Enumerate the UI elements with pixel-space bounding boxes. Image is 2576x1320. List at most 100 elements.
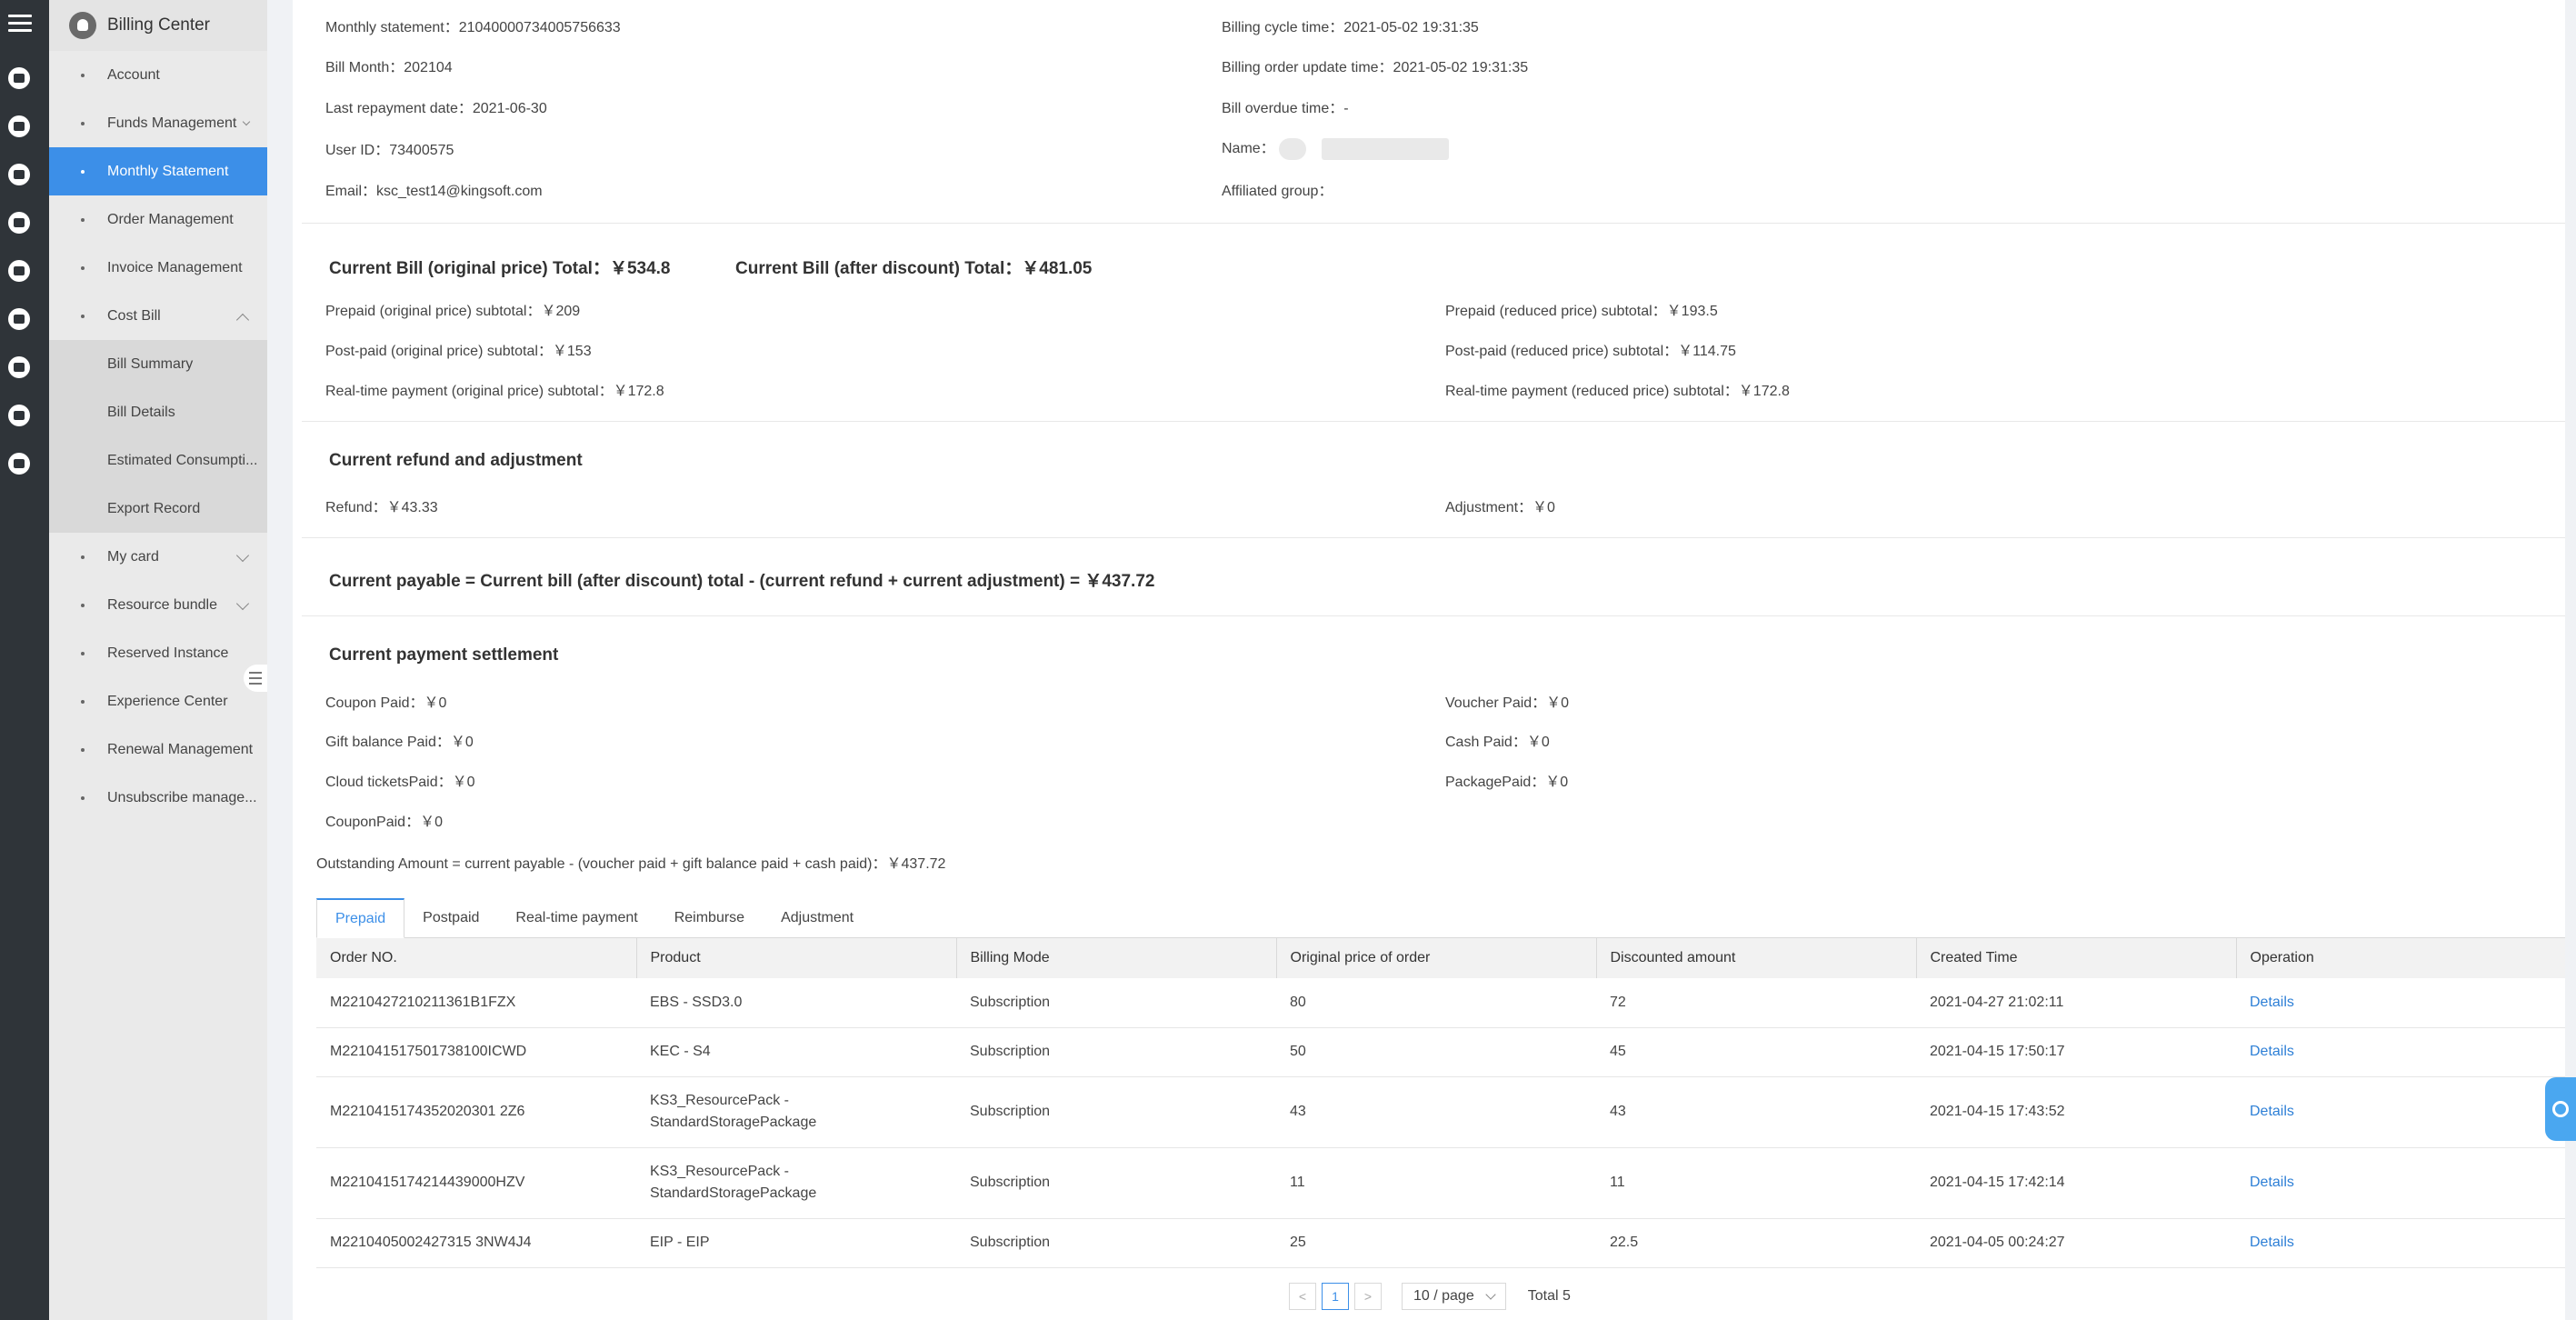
blurred-name [1321, 137, 1449, 160]
col-original-price[interactable]: Original price of order [1276, 938, 1597, 978]
users-icon[interactable] [8, 115, 30, 137]
chevron-down-icon [1485, 1289, 1496, 1300]
product: EIP - EIP [636, 1218, 956, 1268]
payable-section: Current payable = Current bill (after di… [302, 538, 2565, 616]
menu-icon[interactable] [8, 15, 32, 33]
tab-prepaid[interactable]: Prepaid [316, 898, 405, 938]
discounted-amount: 43 [1596, 1076, 1916, 1148]
product: KS3_ResourcePack - StandardStoragePackag… [636, 1147, 956, 1219]
email: Email：ksc_test14@kingsoft.com [325, 184, 543, 199]
details-link[interactable]: Details [2250, 1175, 2294, 1190]
tab-reimburse[interactable]: Reimburse [656, 898, 763, 938]
created-time: 2021-04-27 21:02:11 [1916, 978, 2236, 1028]
billing-mode: Subscription [956, 1147, 1276, 1219]
sidebar-item-unsubscribe[interactable]: Unsubscribe manage... [49, 774, 267, 822]
table-row: M2210415174352020301 2Z6 KS3_ResourcePac… [316, 1076, 2565, 1148]
sidebar-item-export-record[interactable]: Export Record [49, 485, 267, 533]
sidebar-item-bill-details[interactable]: Bill Details [49, 388, 267, 436]
postpaid-original: Post-paid (original price) subtotal：￥153 [325, 344, 592, 359]
chevron-down-icon [242, 117, 251, 126]
sidebar-item-bill-summary[interactable]: Bill Summary [49, 340, 267, 388]
sidebar-item-estimated[interactable]: Estimated Consumpti... [49, 436, 267, 485]
next-page-button[interactable]: > [1354, 1283, 1382, 1310]
table-row: M2210415174214439000HZV KS3_ResourcePack… [316, 1147, 2565, 1219]
product: KS3_ResourcePack - StandardStoragePackag… [636, 1076, 956, 1148]
last-repayment-date: Last repayment date：2021-06-30 [325, 101, 547, 116]
billing-logo-icon [69, 12, 96, 39]
tab-realtime[interactable]: Real-time payment [497, 898, 655, 938]
billing-cycle-time: Billing cycle time：2021-05-02 19:31:35 [1222, 20, 1479, 35]
user-id: User ID：73400575 [325, 143, 454, 158]
chart-icon[interactable] [8, 405, 30, 426]
sidebar-title: Billing Center [107, 15, 210, 35]
sidebar-item-experience[interactable]: Experience Center [49, 677, 267, 725]
user-name: Name： [1222, 135, 1449, 160]
settlement-title: Current payment settlement [329, 645, 559, 665]
table-header-row: Order NO. Product Billing Mode Original … [316, 938, 2565, 978]
col-created-time[interactable]: Created Time [1916, 938, 2237, 978]
realtime-reduced: Real-time payment (reduced price) subtot… [1445, 384, 1790, 399]
sidebar-item-renewal[interactable]: Renewal Management [49, 725, 267, 774]
network-icon[interactable] [8, 164, 30, 185]
created-time: 2021-04-15 17:50:17 [1916, 1027, 2236, 1077]
current-bill-section: Current Bill (original price) Total：￥534… [302, 224, 2565, 422]
sidebar-item-funds[interactable]: Funds Management [49, 99, 267, 147]
database-icon[interactable] [8, 212, 30, 234]
billing-mode: Subscription [956, 1218, 1276, 1268]
affiliated-group: Affiliated group： [1222, 184, 1333, 199]
col-product[interactable]: Product [636, 938, 957, 978]
coupon-paid: Coupon Paid：￥0 [325, 695, 447, 711]
order-no: M2210405002427315 3NW4J4 [316, 1218, 636, 1268]
col-billing-mode[interactable]: Billing Mode [956, 938, 1277, 978]
tab-postpaid[interactable]: Postpaid [404, 898, 497, 938]
layers-icon[interactable] [8, 260, 30, 282]
support-float-icon[interactable] [2545, 1077, 2576, 1141]
details-link[interactable]: Details [2250, 1044, 2294, 1059]
sidebar-collapse-icon[interactable] [244, 665, 267, 692]
original-price: 25 [1276, 1218, 1596, 1268]
details-link[interactable]: Details [2250, 995, 2294, 1010]
settlement-section: Current payment settlement Coupon Paid：￥… [302, 616, 2565, 907]
original-price: 11 [1276, 1147, 1596, 1219]
list-icon[interactable] [8, 67, 30, 89]
table-row: M2210427210211361B1FZX EBS - SSD3.0 Subs… [316, 978, 2565, 1028]
coupon-paid-2: CouponPaid：￥0 [325, 815, 443, 830]
sidebar-item-account[interactable]: Account [49, 51, 267, 99]
sidebar-item-monthly-statement[interactable]: Monthly Statement [49, 147, 267, 195]
col-operation[interactable]: Operation [2236, 938, 2565, 978]
cloud-icon[interactable] [8, 308, 30, 330]
details-link[interactable]: Details [2250, 1104, 2294, 1119]
product: EBS - SSD3.0 [636, 978, 956, 1028]
discounted-amount: 72 [1596, 978, 1916, 1028]
shield-icon[interactable] [8, 356, 30, 378]
cloud-tickets-paid: Cloud ticketsPaid：￥0 [325, 775, 475, 790]
sidebar-item-invoice[interactable]: Invoice Management [49, 244, 267, 292]
page-1-button[interactable]: 1 [1322, 1283, 1349, 1310]
discounted-amount: 22.5 [1596, 1218, 1916, 1268]
page-size-select[interactable]: 10 / page [1402, 1283, 1506, 1310]
original-total: Current Bill (original price) Total：￥534… [329, 259, 671, 278]
total-count: Total 5 [1527, 1288, 1571, 1304]
billing-mode: Subscription [956, 1027, 1276, 1077]
sidebar-item-order[interactable]: Order Management [49, 195, 267, 244]
original-price: 50 [1276, 1027, 1596, 1077]
col-discounted-amount[interactable]: Discounted amount [1596, 938, 1917, 978]
monitor-icon[interactable] [8, 453, 30, 475]
order-no: M2210415174214439000HZV [316, 1147, 636, 1219]
order-update-time: Billing order update time：2021-05-02 19:… [1222, 60, 1529, 75]
sidebar-item-cost-bill[interactable]: Cost Bill [49, 292, 267, 340]
prev-page-button[interactable]: < [1289, 1283, 1316, 1310]
tab-adjustment[interactable]: Adjustment [763, 898, 872, 938]
col-order-no[interactable]: Order NO. [316, 938, 637, 978]
details-link[interactable]: Details [2250, 1235, 2294, 1250]
bill-month: Bill Month：202104 [325, 60, 453, 75]
refund-amount: Refund：￥43.33 [325, 500, 438, 515]
voucher-paid: Voucher Paid：￥0 [1445, 695, 1570, 711]
sidebar-item-resource-bundle[interactable]: Resource bundle [49, 581, 267, 629]
main-content: Monthly statement：21040000734005756633 B… [293, 0, 2565, 1320]
sidebar-item-my-card[interactable]: My card [49, 533, 267, 581]
created-time: 2021-04-05 00:24:27 [1916, 1218, 2236, 1268]
sidebar-item-reserved[interactable]: Reserved Instance [49, 629, 267, 677]
payable-formula: Current payable = Current bill (after di… [329, 572, 1155, 591]
discount-total: Current Bill (after discount) Total：￥481… [735, 259, 1093, 278]
